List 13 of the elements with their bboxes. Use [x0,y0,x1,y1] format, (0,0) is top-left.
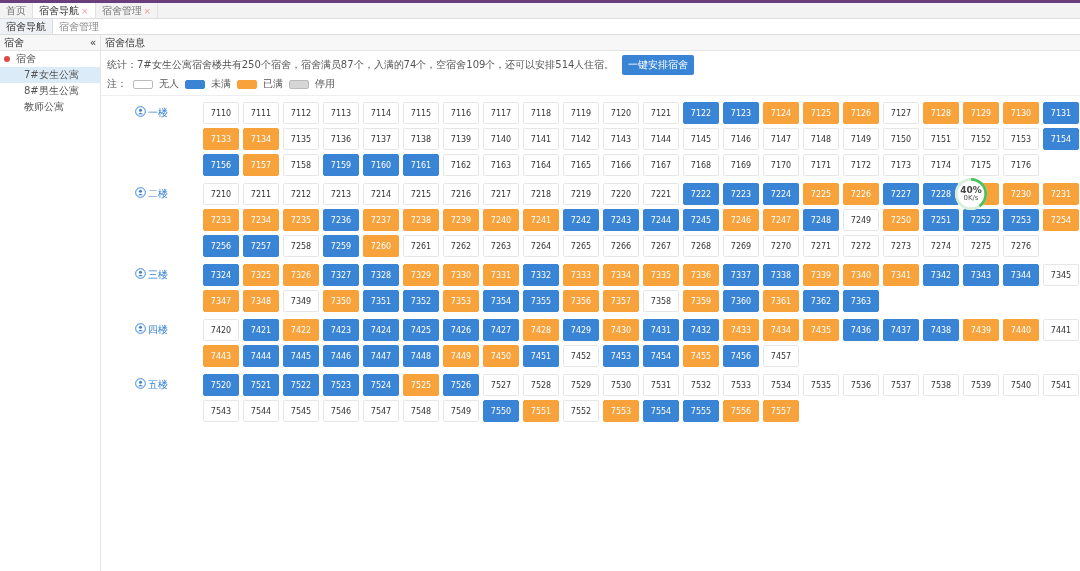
floor-label: 四楼 [148,323,168,337]
summary-text: 统计：7#女生公寓宿舍楼共有250个宿舍，宿舍满员87个，入满的74个，空宿舍109个，还可以安排514人住宿。 [107,58,615,72]
floor-label: 二楼 [148,187,168,201]
legend-text: 未满 [211,77,231,91]
legend-label: 注： [107,77,127,91]
panel-title: 宿舍 [4,35,24,50]
floor-label: 一楼 [148,106,168,120]
floor-label: 三楼 [148,268,168,282]
floor-label: 五楼 [148,378,168,392]
legend-text: 已满 [263,77,283,91]
panel-title: 宿舍信息 [105,35,145,50]
legend-text: 无人 [159,77,179,91]
legend-text: 停用 [315,77,335,91]
